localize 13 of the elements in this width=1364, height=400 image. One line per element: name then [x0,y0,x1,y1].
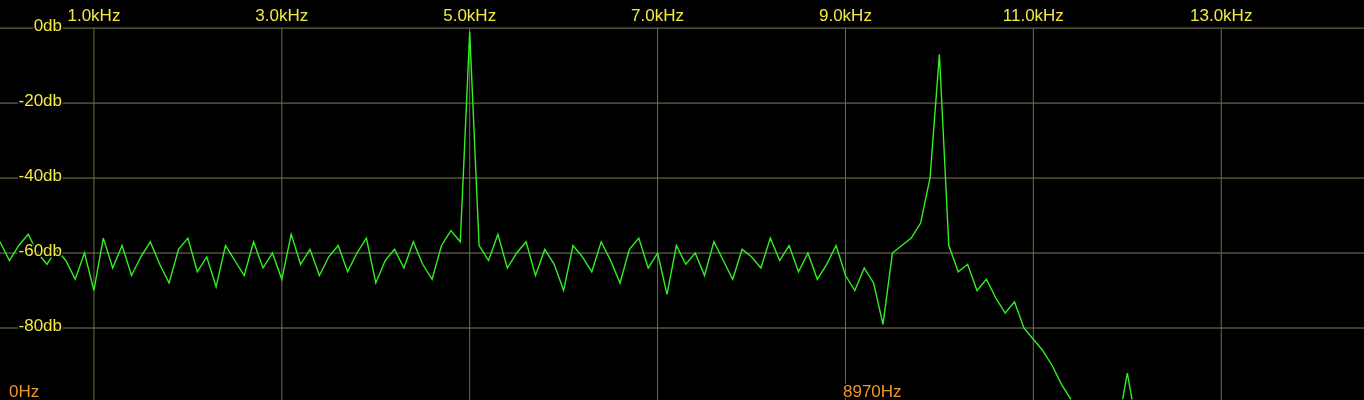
frequency-label: 11.0kHz [1002,6,1064,25]
frequency-label: 5.0kHz [443,6,497,25]
frequency-label: 3.0kHz [255,6,309,25]
frequency-label: 9.0kHz [819,6,872,25]
level-label: 0db [33,16,62,36]
frequency-label: 1.0kHz [67,6,121,25]
frequency-label: 13.0kHz [1190,6,1253,25]
range-start-label: 0Hz [9,382,40,400]
level-label: -20db [18,91,62,111]
cursor-frequency-readout: 8970Hz [843,382,902,400]
level-label: -80db [18,316,62,335]
level-label: -40db [18,166,62,186]
frequency-label: 7.0kHz [631,6,685,25]
